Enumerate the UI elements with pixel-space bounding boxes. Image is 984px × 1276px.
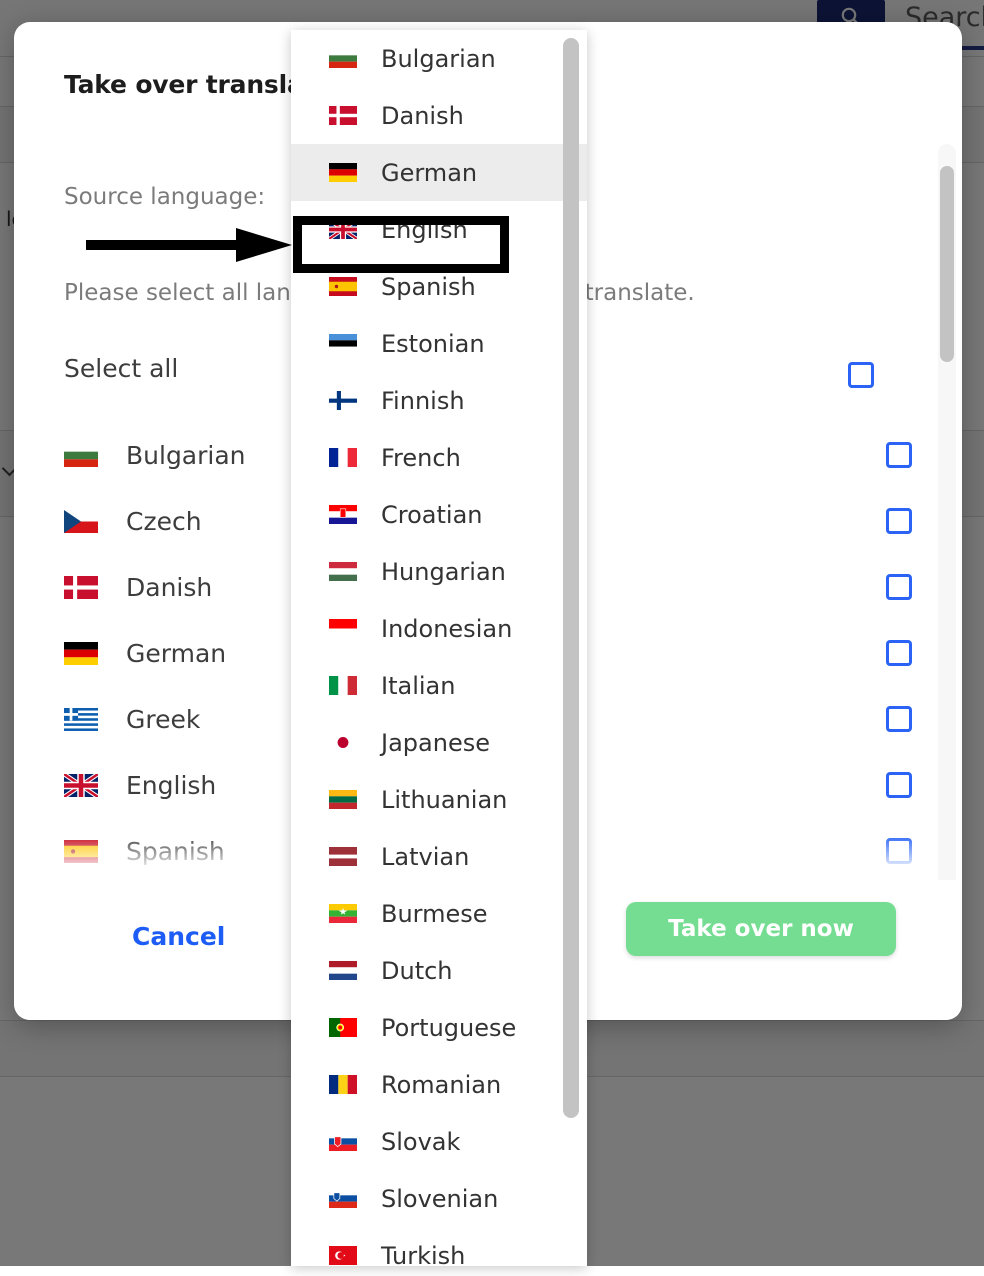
source-language-dropdown[interactable]: Bulgarian Danish German English Spanish Esto… bbox=[291, 30, 587, 1266]
dropdown-option-indonesian[interactable]: Indonesian bbox=[291, 600, 587, 657]
dropdown-scrollbar-thumb[interactable] bbox=[563, 38, 579, 1118]
modal-language-label: Spanish bbox=[126, 837, 225, 866]
dropdown-option-label: Estonian bbox=[381, 330, 485, 358]
flag-icon-gb bbox=[329, 220, 357, 239]
dropdown-option-spanish[interactable]: Spanish bbox=[291, 258, 587, 315]
dropdown-option-portuguese[interactable]: Portuguese bbox=[291, 999, 587, 1056]
flag-icon-lv bbox=[329, 847, 357, 866]
dropdown-option-danish[interactable]: Danish bbox=[291, 87, 587, 144]
dropdown-option-label: Slovenian bbox=[381, 1185, 498, 1213]
flag-icon-bg bbox=[64, 444, 98, 467]
flag-icon-lt bbox=[329, 790, 357, 809]
dropdown-option-label: Burmese bbox=[381, 900, 488, 928]
dropdown-option-french[interactable]: French bbox=[291, 429, 587, 486]
dropdown-option-label: Spanish bbox=[381, 273, 476, 301]
flag-icon-si bbox=[329, 1189, 357, 1208]
dropdown-option-label: Finnish bbox=[381, 387, 465, 415]
dropdown-option-label: Latvian bbox=[381, 843, 469, 871]
select-all-checkbox[interactable] bbox=[848, 362, 874, 388]
dropdown-option-english[interactable]: English bbox=[291, 201, 587, 258]
flag-icon-fi bbox=[329, 391, 357, 410]
dropdown-option-label: Turkish bbox=[381, 1242, 465, 1267]
cancel-button[interactable]: Cancel bbox=[132, 922, 225, 951]
modal-language-label: English bbox=[126, 771, 216, 800]
dropdown-option-slovenian[interactable]: Slovenian bbox=[291, 1170, 587, 1227]
dropdown-option-lithuanian[interactable]: Lithuanian bbox=[291, 771, 587, 828]
flag-icon-bg bbox=[329, 49, 357, 68]
language-checkbox[interactable] bbox=[886, 508, 912, 534]
select-all-label: Select all bbox=[64, 354, 178, 383]
dropdown-option-label: Japanese bbox=[381, 729, 490, 757]
dropdown-option-slovak[interactable]: Slovak bbox=[291, 1113, 587, 1170]
dropdown-option-label: Slovak bbox=[381, 1128, 460, 1156]
flag-icon-jp bbox=[329, 733, 357, 752]
dropdown-option-italian[interactable]: Italian bbox=[291, 657, 587, 714]
dropdown-option-list: Bulgarian Danish German English Spanish Esto… bbox=[291, 30, 587, 1266]
flag-icon-pt bbox=[329, 1018, 357, 1037]
take-over-now-button[interactable]: Take over now bbox=[626, 902, 896, 956]
flag-icon-it bbox=[329, 676, 357, 695]
flag-icon-dk bbox=[64, 576, 98, 599]
dropdown-option-romanian[interactable]: Romanian bbox=[291, 1056, 587, 1113]
flag-icon-cz bbox=[64, 510, 98, 533]
language-checkbox[interactable] bbox=[886, 640, 912, 666]
language-checkbox[interactable] bbox=[886, 706, 912, 732]
dropdown-option-label: Indonesian bbox=[381, 615, 512, 643]
dropdown-option-label: French bbox=[381, 444, 461, 472]
dropdown-option-japanese[interactable]: Japanese bbox=[291, 714, 587, 771]
dropdown-option-label: Dutch bbox=[381, 957, 453, 985]
dropdown-option-hungarian[interactable]: Hungarian bbox=[291, 543, 587, 600]
flag-icon-hu bbox=[329, 562, 357, 581]
dropdown-option-finnish[interactable]: Finnish bbox=[291, 372, 587, 429]
dropdown-option-label: German bbox=[381, 159, 477, 187]
modal-language-label: German bbox=[126, 639, 226, 668]
modal-language-label: Danish bbox=[126, 573, 212, 602]
dropdown-option-label: English bbox=[381, 216, 468, 244]
modal-scrollbar-thumb[interactable] bbox=[940, 166, 954, 362]
dropdown-option-label: Italian bbox=[381, 672, 455, 700]
flag-icon-mm bbox=[329, 904, 357, 923]
flag-icon-de bbox=[64, 642, 98, 665]
modal-language-label: Greek bbox=[126, 705, 200, 734]
dropdown-scrollbar-track[interactable] bbox=[563, 38, 579, 1258]
dropdown-option-dutch[interactable]: Dutch bbox=[291, 942, 587, 999]
flag-icon-hr bbox=[329, 505, 357, 524]
dropdown-option-label: Croatian bbox=[381, 501, 482, 529]
flag-icon-gb bbox=[64, 774, 98, 797]
flag-icon-es bbox=[329, 277, 357, 296]
language-checkbox[interactable] bbox=[886, 838, 912, 864]
language-checkbox[interactable] bbox=[886, 574, 912, 600]
flag-icon-ro bbox=[329, 1075, 357, 1094]
dropdown-option-croatian[interactable]: Croatian bbox=[291, 486, 587, 543]
flag-icon-es bbox=[64, 840, 98, 863]
dropdown-option-latvian[interactable]: Latvian bbox=[291, 828, 587, 885]
flag-icon-nl bbox=[329, 961, 357, 980]
dropdown-option-turkish[interactable]: Turkish bbox=[291, 1227, 587, 1266]
flag-icon-tr bbox=[329, 1246, 357, 1265]
dropdown-option-label: Lithuanian bbox=[381, 786, 507, 814]
dropdown-option-label: Hungarian bbox=[381, 558, 506, 586]
modal-language-label: Czech bbox=[126, 507, 202, 536]
dropdown-option-label: Bulgarian bbox=[381, 45, 496, 73]
dropdown-option-label: Romanian bbox=[381, 1071, 501, 1099]
dropdown-option-label: Danish bbox=[381, 102, 464, 130]
flag-icon-de bbox=[329, 163, 357, 182]
modal-scrollbar-track[interactable] bbox=[938, 144, 956, 934]
flag-icon-gr bbox=[64, 708, 98, 731]
flag-icon-fr bbox=[329, 448, 357, 467]
dropdown-option-label: Portuguese bbox=[381, 1014, 516, 1042]
language-checkbox[interactable] bbox=[886, 442, 912, 468]
dropdown-option-burmese[interactable]: Burmese bbox=[291, 885, 587, 942]
dropdown-option-german[interactable]: German bbox=[291, 144, 587, 201]
flag-icon-ee bbox=[329, 334, 357, 353]
flag-icon-id bbox=[329, 619, 357, 638]
modal-language-label: Bulgarian bbox=[126, 441, 246, 470]
flag-icon-dk bbox=[329, 106, 357, 125]
dropdown-option-estonian[interactable]: Estonian bbox=[291, 315, 587, 372]
source-language-label: Source language: bbox=[64, 184, 265, 210]
language-checkbox[interactable] bbox=[886, 772, 912, 798]
flag-icon-sk bbox=[329, 1132, 357, 1151]
dropdown-option-bulgarian[interactable]: Bulgarian bbox=[291, 30, 587, 87]
